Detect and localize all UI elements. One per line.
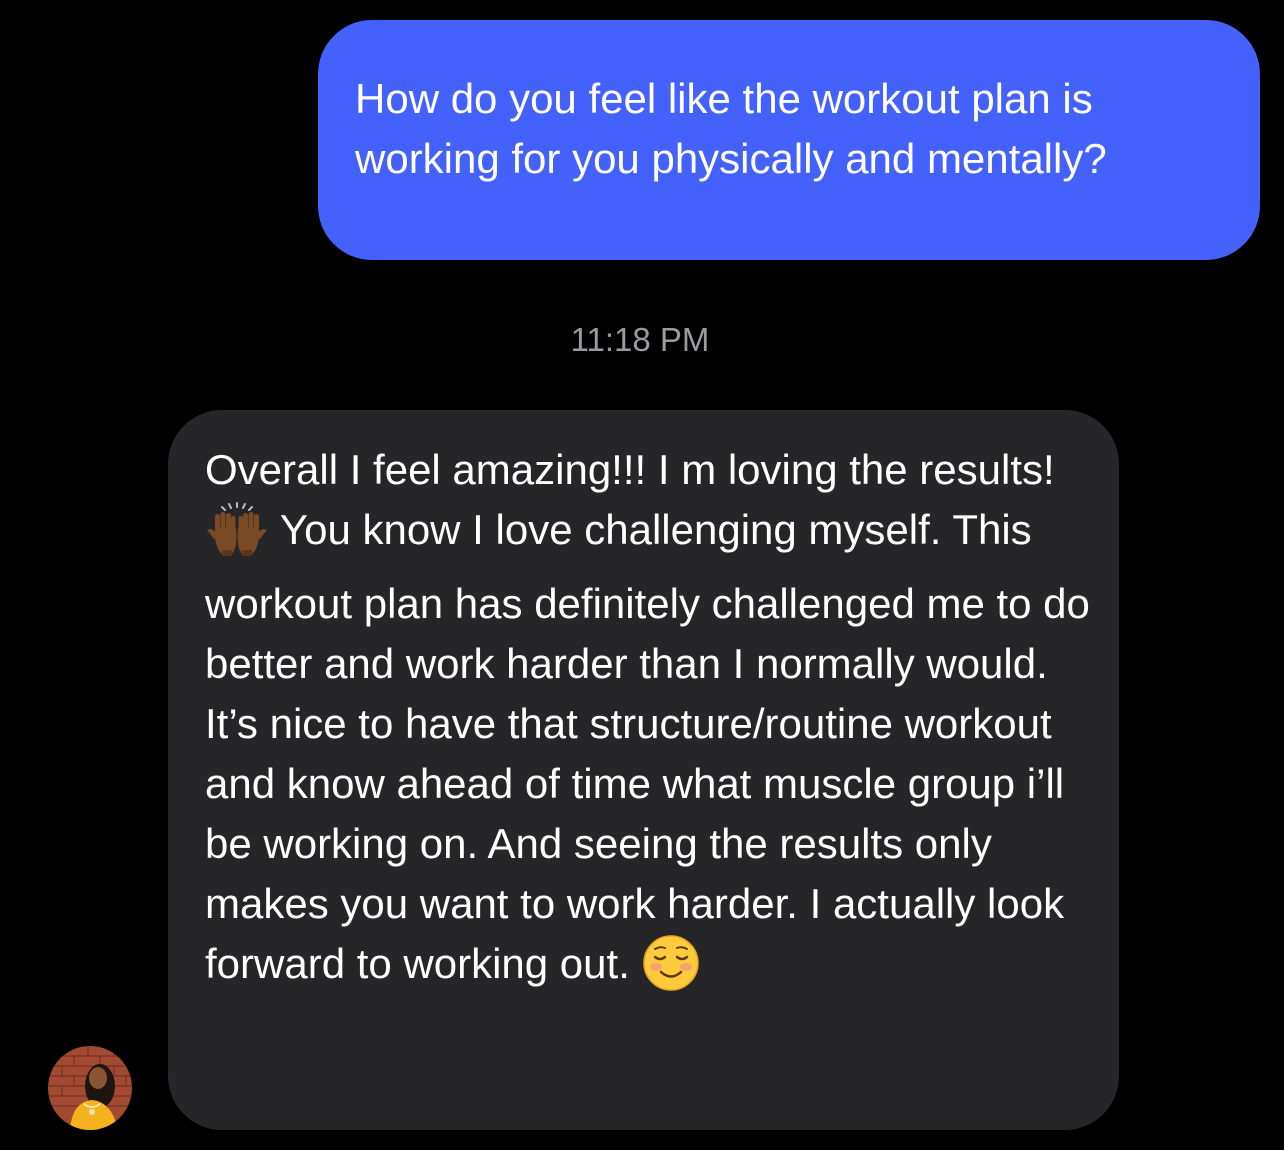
outgoing-message-text: How do you feel like the workout plan is…: [355, 75, 1107, 182]
message-timestamp: 11:18 PM: [570, 321, 710, 358]
smiling-face-icon: [642, 934, 700, 1008]
incoming-message-text-part2: You know I love challenging myself. This…: [205, 506, 1090, 987]
incoming-message-bubble[interactable]: Overall I feel amazing!!! I m loving the…: [168, 410, 1119, 1130]
chat-screen: How do you feel like the workout plan is…: [0, 0, 1284, 1150]
raising-hands-icon: [205, 500, 269, 574]
incoming-message-text-part1: Overall I feel amazing!!! I m loving the…: [205, 446, 1055, 493]
outgoing-message-bubble[interactable]: How do you feel like the workout plan is…: [318, 20, 1260, 260]
avatar[interactable]: [48, 1046, 132, 1130]
